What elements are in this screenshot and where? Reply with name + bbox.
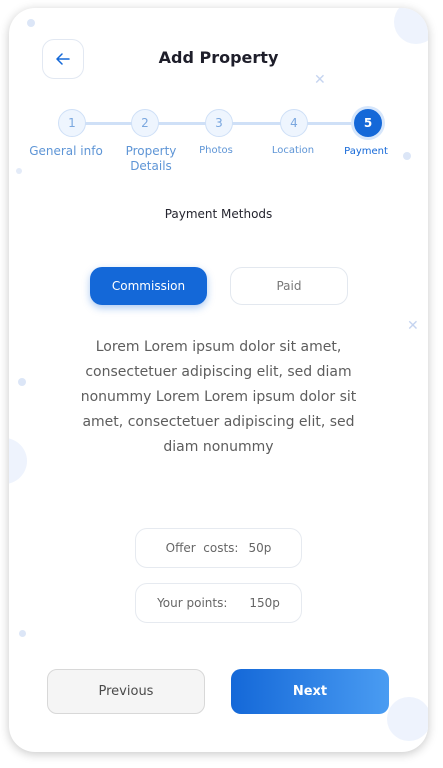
paid-tab[interactable]: Paid	[230, 267, 348, 305]
your-points-value: 150p	[249, 596, 280, 610]
decor-dot	[27, 19, 35, 27]
step-2-label: Property Details	[112, 144, 190, 174]
decor-dot	[18, 378, 26, 386]
step-3[interactable]: 3	[205, 109, 233, 137]
step-2[interactable]: 2	[131, 109, 159, 137]
payment-methods-title: Payment Methods	[164, 207, 273, 221]
step-5-label: Payment	[344, 146, 388, 157]
offer-costs-box: Offer costs: 50p	[135, 528, 302, 568]
sparkle-icon: ✕	[407, 318, 419, 334]
step-1-label: General info	[29, 144, 103, 158]
your-points-label: Your points:	[157, 596, 228, 610]
page-title: Add Property	[158, 48, 279, 67]
step-1[interactable]: 1	[58, 109, 86, 137]
decor-dot	[16, 168, 22, 174]
decor-dot	[403, 152, 411, 160]
decor-dot	[19, 630, 26, 637]
previous-button[interactable]: Previous	[47, 669, 205, 714]
decor-circle	[387, 697, 428, 741]
sparkle-icon: ✕	[314, 72, 326, 88]
step-4[interactable]: 4	[280, 109, 308, 137]
next-button[interactable]: Next	[231, 669, 389, 714]
step-4-label: Location	[271, 145, 315, 156]
add-property-card: ✕ ✕ Add Property 1 2 3 4 5 General info …	[9, 8, 428, 752]
step-3-label: Photos	[199, 145, 233, 156]
commission-tab[interactable]: Commission	[90, 267, 207, 305]
decor-circle	[394, 8, 428, 44]
step-5[interactable]: 5	[354, 109, 382, 137]
decor-circle	[9, 438, 27, 484]
offer-costs-label: Offer costs:	[165, 541, 239, 555]
your-points-box: Your points: 150p	[135, 583, 302, 623]
payment-description: Lorem Lorem ipsum dolor sit amet, consec…	[80, 339, 357, 455]
step-2-label-line1: Property	[125, 144, 177, 158]
offer-costs-value: 50p	[248, 541, 272, 555]
step-2-label-line2: Details	[130, 159, 172, 173]
